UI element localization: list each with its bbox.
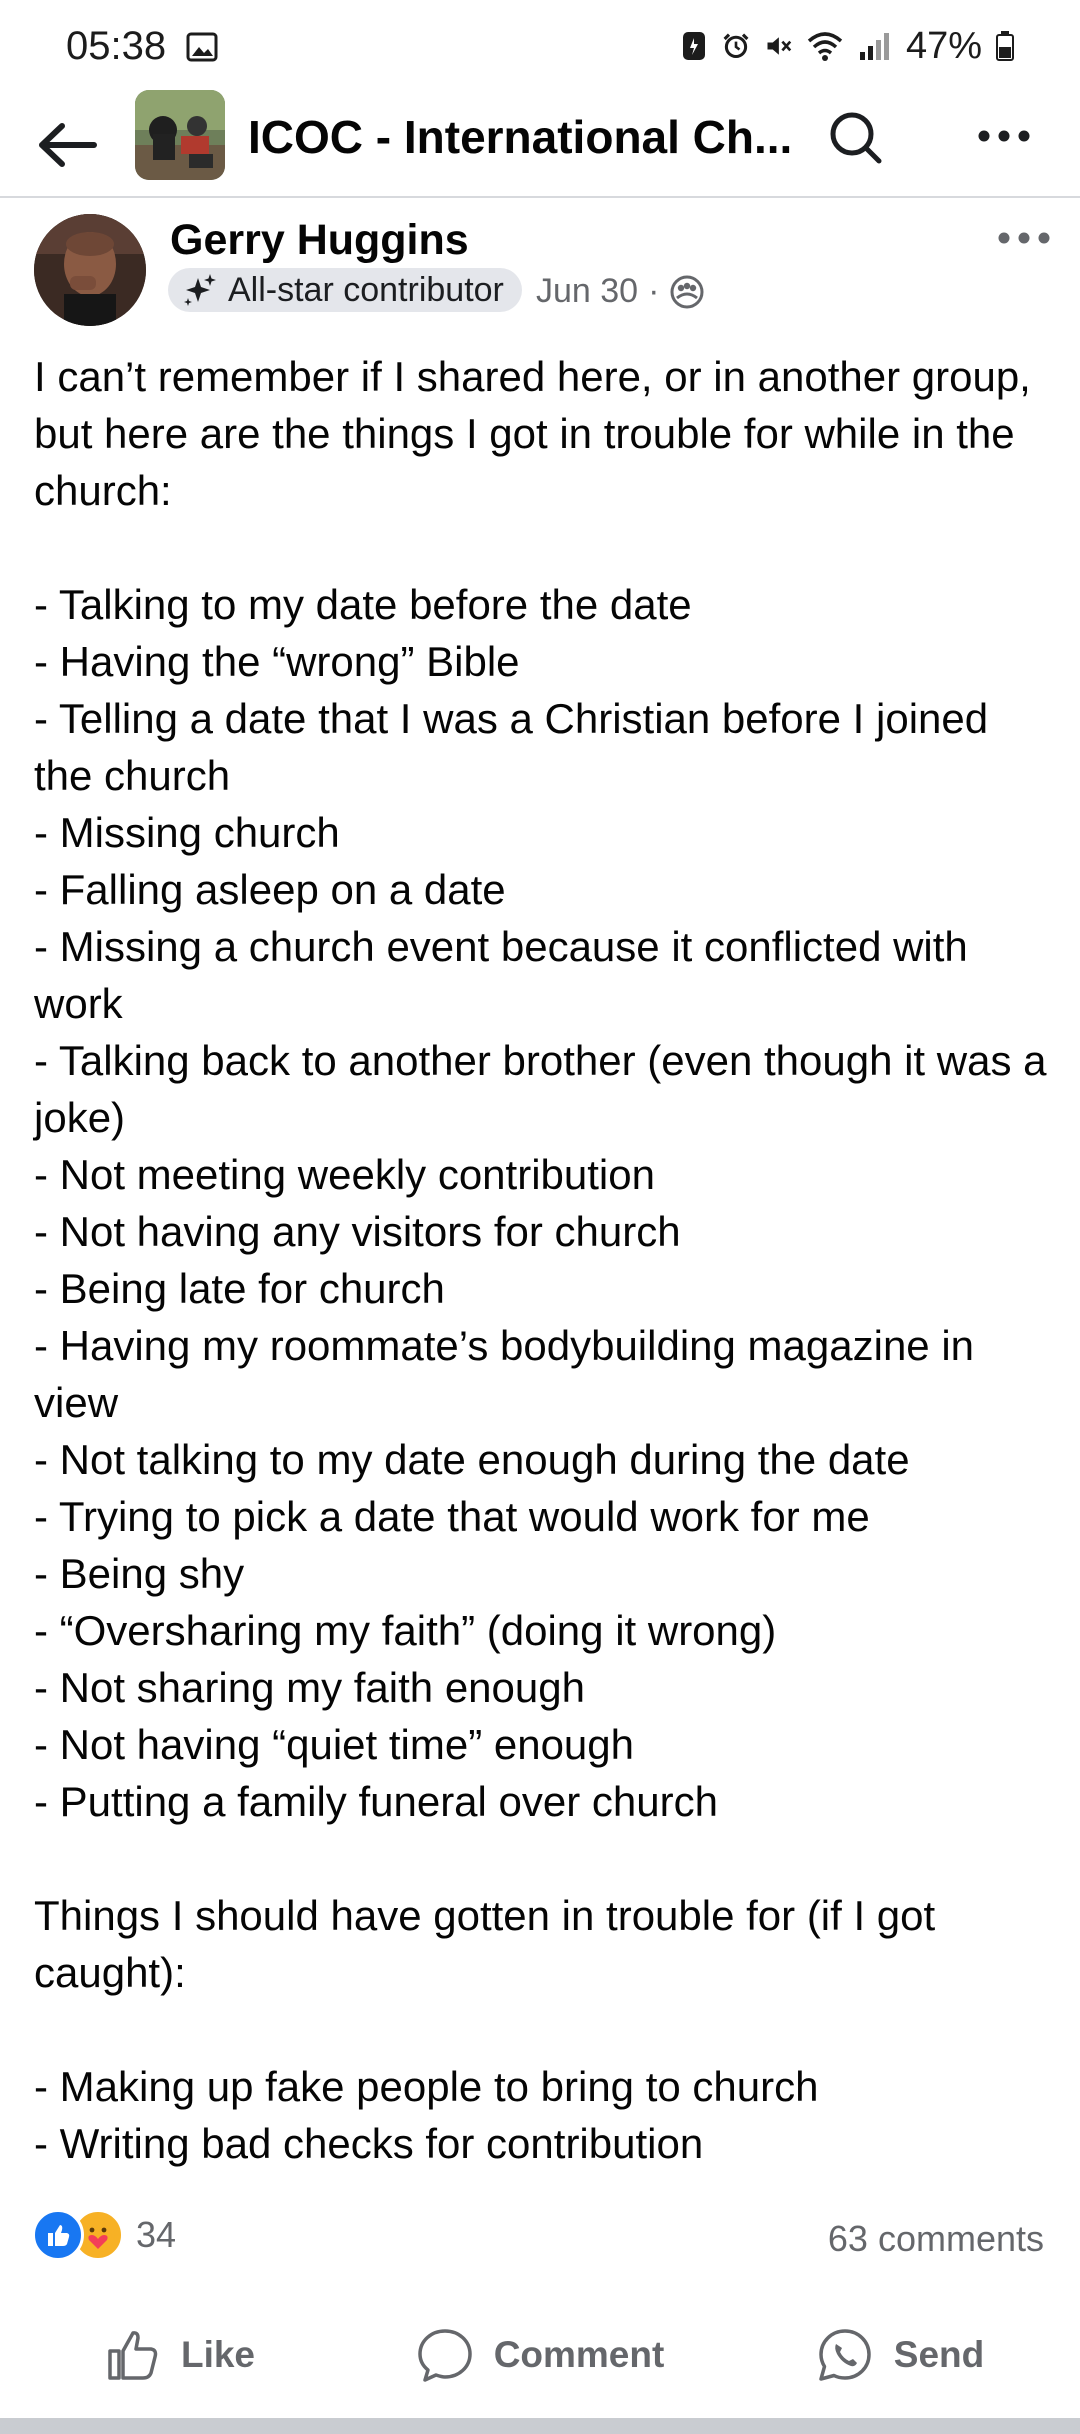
comment-label: Comment: [493, 2334, 665, 2375]
post-more-icon[interactable]: [996, 228, 1052, 248]
post-line: - Trying to pick a date that would work …: [34, 1493, 870, 1540]
sparkle-badge-icon: [184, 274, 216, 306]
send-label: Send: [893, 2334, 985, 2375]
post-line: - Being late for church: [34, 1265, 445, 1312]
group-avatar-image: [135, 90, 225, 180]
mute-icon: [767, 37, 792, 55]
post-line: - Not sharing my faith enough: [34, 1664, 585, 1711]
badge-label: All-star contributor: [228, 270, 504, 309]
post-line: - Having my roommate’s bodybuilding maga…: [34, 1322, 986, 1426]
group-title[interactable]: ICOC - International Ch...: [248, 110, 792, 164]
send-button[interactable]: Send: [720, 2300, 1080, 2410]
clock: 05:38: [66, 24, 167, 68]
data-saver-icon: [682, 32, 705, 60]
post-line: - Making up fake people to bring to chur…: [34, 2063, 819, 2110]
post-line: - Talking back to another brother (even …: [34, 1037, 1059, 1141]
reaction-count: 34: [136, 2214, 177, 2255]
post-date[interactable]: Jun 30: [536, 272, 638, 311]
like-label: Like: [180, 2334, 256, 2375]
post-line: I can’t remember if I shared here, or in…: [34, 353, 1043, 514]
post-line: - Falling asleep on a date: [34, 866, 506, 913]
post-line: - Telling a date that I was a Christian …: [34, 695, 1000, 799]
post-header: Gerry Huggins All-star contributor Jun 3…: [0, 210, 1080, 330]
post-line: - Talking to my date before the date: [34, 581, 692, 628]
post-line: - Not having any visitors for church: [34, 1208, 681, 1255]
status-icons: 47%: [680, 24, 1014, 68]
group-avatar[interactable]: [135, 90, 225, 180]
author-avatar-image: [34, 214, 146, 326]
post-line: - Writing bad checks for contribution: [34, 2120, 704, 2167]
post-actions: Like Comment Send: [0, 2300, 1080, 2410]
author-name[interactable]: Gerry Huggins: [170, 216, 469, 265]
image-icon: [186, 32, 218, 62]
like-reaction-icon: [32, 2209, 84, 2261]
post-line: - Missing church: [34, 809, 340, 856]
group-header-bar: ICOC - International Ch...: [0, 90, 1080, 198]
whatsapp-icon: [819, 2329, 871, 2381]
status-bar: 05:38 47%: [0, 0, 1080, 90]
post-line: - Not having “quiet time” enough: [34, 1721, 634, 1768]
comment-button[interactable]: Comment: [360, 2300, 720, 2410]
back-arrow-icon[interactable]: [36, 120, 100, 170]
post-meta: Jun 30 ·: [536, 272, 705, 311]
post-line: Things I should have gotten in trouble f…: [34, 1892, 947, 1996]
alarm-icon: [723, 33, 749, 59]
like-button[interactable]: Like: [0, 2300, 360, 2410]
battery-icon: [996, 31, 1014, 61]
group-audience-icon: [670, 275, 704, 308]
thumbs-up-icon: [108, 2331, 158, 2380]
post-line: - Not talking to my date enough during t…: [34, 1436, 910, 1483]
post-line: - Not meeting weekly contribution: [34, 1151, 655, 1198]
comment-bubble-icon: [417, 2329, 472, 2382]
post-line: - Missing a church event because it conf…: [34, 923, 980, 1027]
more-icon[interactable]: [976, 126, 1032, 146]
meta-separator: ·: [648, 272, 660, 310]
post-line: - Putting a family funeral over church: [34, 1778, 718, 1825]
wifi-icon: [807, 32, 843, 61]
search-icon[interactable]: [826, 108, 886, 168]
feed-divider: [0, 2418, 1080, 2434]
post-text: I can’t remember if I shared here, or in…: [34, 348, 1054, 2172]
post-line: - Being shy: [34, 1550, 245, 1597]
comment-count[interactable]: 63 comments: [828, 2218, 1044, 2260]
contributor-badge[interactable]: All-star contributor: [168, 268, 522, 312]
signal-icon: [859, 33, 889, 60]
author-avatar[interactable]: [34, 214, 146, 326]
reaction-summary[interactable]: 34: [32, 2209, 177, 2261]
post-line: - Having the “wrong” Bible: [34, 638, 520, 685]
battery-percent: 47%: [905, 24, 982, 67]
post-line: - “Oversharing my faith” (doing it wrong…: [34, 1607, 777, 1654]
